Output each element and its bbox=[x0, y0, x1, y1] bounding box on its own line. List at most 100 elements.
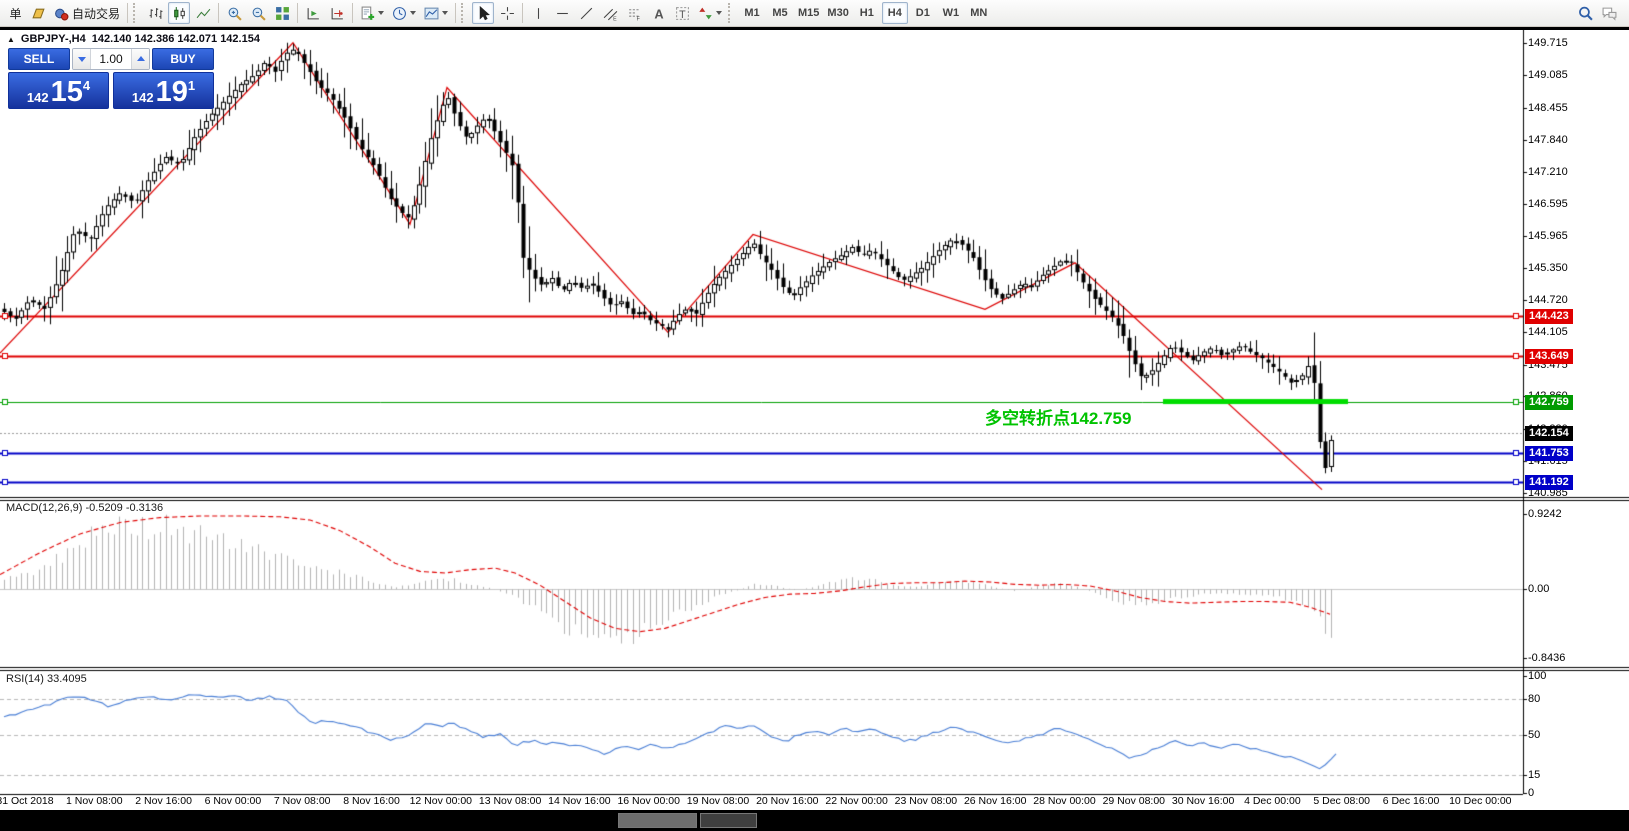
rsi-label: RSI(14) 33.4095 bbox=[6, 673, 87, 685]
buy-price-prefix: 142 bbox=[132, 90, 154, 105]
vline-icon bbox=[531, 6, 546, 21]
volume-decrease-button[interactable] bbox=[73, 49, 91, 69]
text-button[interactable]: A bbox=[647, 2, 669, 24]
mt4-window: 单 自动交易 E FAT M1M5M15M30H1H4D1W1MN ▲ GBPJPY-,… bbox=[0, 0, 1629, 831]
bar-chart-button[interactable] bbox=[144, 2, 166, 24]
toolbar-separator bbox=[297, 3, 298, 23]
zoom-out-icon bbox=[251, 6, 266, 21]
arrows-icon bbox=[698, 6, 713, 21]
price-tag-141.192[interactable]: 141.192 bbox=[1525, 475, 1573, 490]
periods-icon bbox=[392, 6, 407, 21]
toolbar-group bbox=[222, 0, 294, 27]
toolbar-grip[interactable] bbox=[133, 3, 139, 23]
sell-button[interactable]: SELL bbox=[8, 48, 70, 70]
crosshair-button[interactable] bbox=[496, 2, 518, 24]
chat-button[interactable] bbox=[1598, 2, 1620, 24]
sell-price-big: 15 bbox=[51, 79, 83, 105]
timeframe-w1-button[interactable]: W1 bbox=[938, 2, 964, 24]
zoom-out-button[interactable] bbox=[247, 2, 269, 24]
autotrading-button[interactable]: 自动交易 bbox=[51, 2, 123, 24]
trendline-button[interactable] bbox=[575, 2, 597, 24]
timeframe-d1-button[interactable]: D1 bbox=[910, 2, 936, 24]
taskbar-item[interactable] bbox=[700, 813, 757, 828]
price-tag-142.759[interactable]: 142.759 bbox=[1525, 395, 1573, 410]
symbol-header: ▲ GBPJPY-,H4 142.140 142.386 142.071 142… bbox=[7, 33, 260, 45]
search-button[interactable] bbox=[1574, 2, 1596, 24]
zoom-in-icon bbox=[227, 6, 242, 21]
new-order-button[interactable]: 单 bbox=[3, 2, 25, 24]
channel-button[interactable]: E bbox=[599, 2, 621, 24]
symbol-ohlc: 142.140 142.386 142.071 142.154 bbox=[92, 33, 260, 45]
macd-tick-label: 0.9242 bbox=[1528, 508, 1562, 520]
tile-windows-button[interactable] bbox=[271, 2, 293, 24]
dropdown-caret-icon[interactable] bbox=[442, 11, 448, 15]
symbol-title: GBPJPY-,H4 bbox=[21, 33, 86, 45]
price-tag-144.423[interactable]: 144.423 bbox=[1525, 309, 1573, 324]
macd-tick-label: 0.00 bbox=[1528, 583, 1549, 595]
timeframe-h1-button[interactable]: H1 bbox=[854, 2, 880, 24]
zoom-in-button[interactable] bbox=[223, 2, 245, 24]
hline-icon bbox=[555, 6, 570, 21]
price-tag-143.649[interactable]: 143.649 bbox=[1525, 349, 1573, 364]
indicators-button[interactable] bbox=[357, 2, 387, 24]
buy-price-button[interactable]: 142 19 1 bbox=[113, 72, 214, 109]
cursor-icon bbox=[476, 6, 491, 21]
periods-button[interactable] bbox=[389, 2, 419, 24]
fibonacci-icon: F bbox=[627, 6, 642, 21]
time-label: 10 Dec 00:00 bbox=[1435, 795, 1525, 807]
toolbar-group bbox=[356, 0, 452, 27]
toolbar-separator bbox=[522, 3, 523, 23]
timeframe-mn-button[interactable]: MN bbox=[966, 2, 992, 24]
svg-text:E: E bbox=[613, 16, 617, 21]
y-tick-label: 145.965 bbox=[1528, 230, 1568, 242]
templates-button[interactable] bbox=[421, 2, 451, 24]
rsi-tick-label: 0 bbox=[1528, 787, 1534, 799]
timeframe-m15-button[interactable]: M15 bbox=[795, 2, 822, 24]
label-button[interactable]: T bbox=[671, 2, 693, 24]
auto-scroll-button[interactable] bbox=[302, 2, 324, 24]
y-tick-label: 149.085 bbox=[1528, 69, 1568, 81]
volume-increase-button[interactable] bbox=[131, 49, 149, 69]
buy-price-sup: 1 bbox=[188, 78, 195, 93]
dropdown-caret-icon[interactable] bbox=[378, 11, 384, 15]
toolbar-separator bbox=[455, 3, 456, 23]
sell-price-button[interactable]: 142 15 4 bbox=[8, 72, 109, 109]
bar-chart-icon bbox=[148, 6, 163, 21]
timeframe-m5-button[interactable]: M5 bbox=[767, 2, 793, 24]
toolbar-grip[interactable] bbox=[461, 3, 467, 23]
svg-text:A: A bbox=[654, 6, 663, 21]
rsi-tick-label: 15 bbox=[1528, 769, 1540, 781]
gold-doc-button[interactable] bbox=[27, 2, 49, 24]
arrows-button[interactable] bbox=[695, 2, 725, 24]
hline-button[interactable] bbox=[551, 2, 573, 24]
line-chart-icon bbox=[196, 6, 211, 21]
fibonacci-button[interactable]: F bbox=[623, 2, 645, 24]
timeframe-m30-button[interactable]: M30 bbox=[824, 2, 851, 24]
timeframe-h4-button[interactable]: H4 bbox=[882, 2, 908, 24]
chart-shift-button[interactable] bbox=[326, 2, 348, 24]
rsi-tick-label: 80 bbox=[1528, 693, 1540, 705]
sell-price-prefix: 142 bbox=[27, 90, 49, 105]
rsi-name: RSI(14) bbox=[6, 673, 44, 685]
templates-icon bbox=[424, 6, 439, 21]
line-chart-button[interactable] bbox=[192, 2, 214, 24]
y-tick-label: 146.595 bbox=[1528, 198, 1568, 210]
toolbar-group bbox=[301, 0, 349, 27]
timeframe-m1-button[interactable]: M1 bbox=[739, 2, 765, 24]
buy-button[interactable]: BUY bbox=[152, 48, 214, 70]
dropdown-caret-icon[interactable] bbox=[410, 11, 416, 15]
timeframe-toolbar: M1M5M15M30H1H4D1W1MN bbox=[738, 0, 993, 27]
chart-canvas[interactable] bbox=[0, 30, 1629, 810]
dropdown-caret-icon[interactable] bbox=[716, 11, 722, 15]
toolbar-grip[interactable] bbox=[728, 3, 734, 23]
sell-price-sup: 4 bbox=[83, 78, 90, 93]
collapse-triangle-icon[interactable]: ▲ bbox=[7, 35, 15, 44]
taskbar-item[interactable] bbox=[618, 813, 697, 828]
price-tag-141.753[interactable]: 141.753 bbox=[1525, 446, 1573, 461]
toolbar-group bbox=[143, 0, 215, 27]
vline-button[interactable] bbox=[527, 2, 549, 24]
toolbar-right-icons bbox=[1573, 2, 1621, 24]
volume-value[interactable]: 1.00 bbox=[91, 49, 131, 69]
candlestick-button[interactable] bbox=[168, 2, 190, 24]
cursor-button[interactable] bbox=[472, 2, 494, 24]
